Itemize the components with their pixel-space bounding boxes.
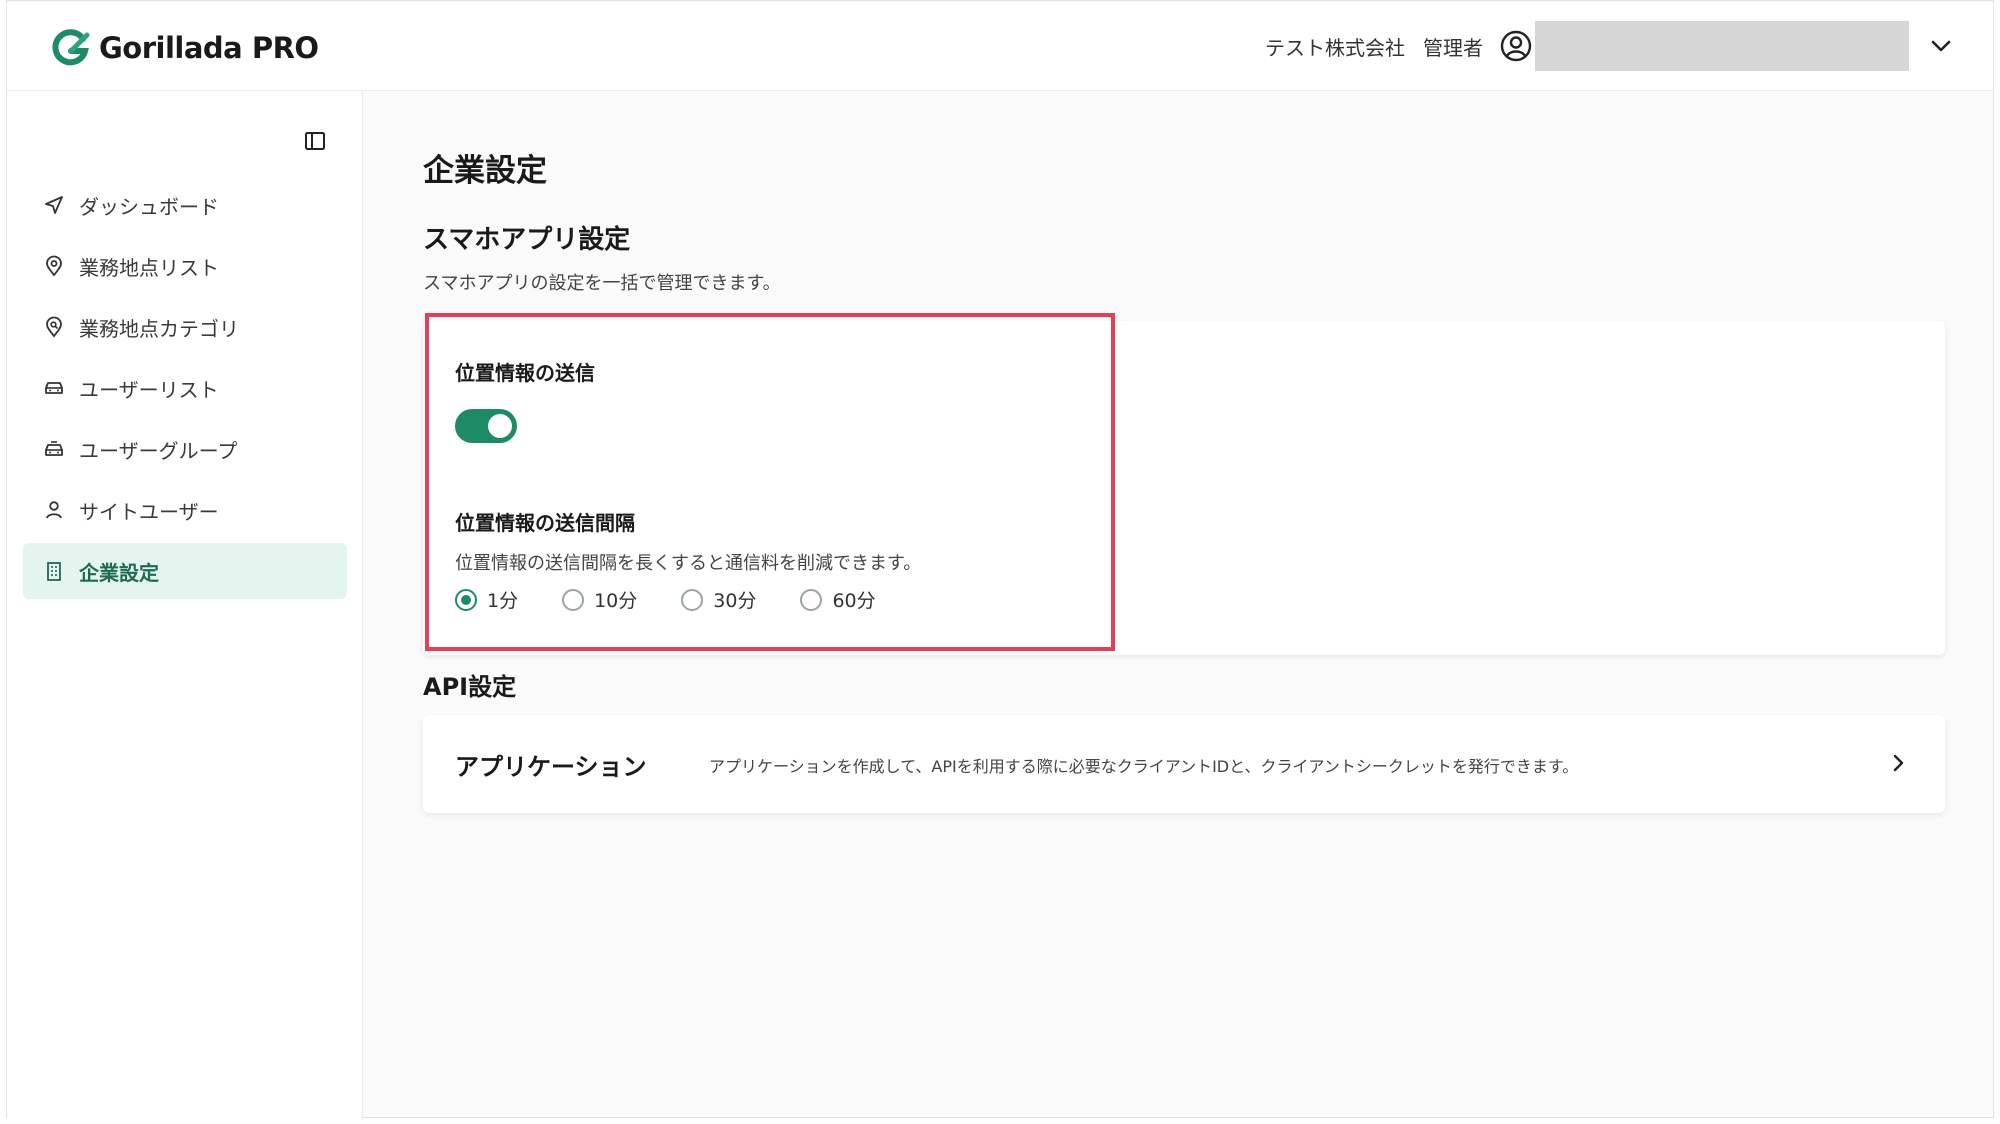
map-pin-search-icon [46, 316, 62, 338]
radio-button[interactable] [455, 588, 477, 611]
chevron-right-icon[interactable] [1887, 752, 1909, 774]
app-settings-title: スマホアプリ設定 [423, 225, 631, 255]
top-header: Gorillada PRO テスト株式会社 管理者 [7, 1, 1993, 91]
api-application-row[interactable]: アプリケーション アプリケーションを作成して、APIを利用する際に必要なクライア… [423, 715, 1945, 813]
api-application-title: アプリケーション [455, 753, 647, 781]
user-role: 管理者 [1423, 35, 1483, 60]
sidebar-item-location-categories[interactable]: 業務地点カテゴリ [23, 299, 347, 355]
header-user-area: テスト株式会社 管理者 [1265, 1, 1993, 91]
toggle-knob [488, 414, 512, 438]
sidebar-item-label: 企業設定 [79, 560, 159, 585]
radio-option-30min[interactable]: 30分 [681, 586, 756, 613]
car-group-icon [45, 441, 63, 456]
radio-option-1min[interactable]: 1分 [455, 586, 518, 613]
sidebar: ダッシュボード 業務地点リスト 業務地点カテゴリ ユーザーリスト ユーザーグルー… [7, 91, 363, 1119]
send-interval-radio-group: 1分 10分 30分 60分 [455, 586, 920, 613]
sidebar-item-label: ダッシュボード [79, 194, 219, 219]
sidebar-collapse-icon[interactable] [303, 129, 327, 153]
sidebar-nav: ダッシュボード 業務地点リスト 業務地点カテゴリ ユーザーリスト ユーザーグルー… [23, 177, 347, 604]
navigation-arrow-icon [45, 196, 63, 214]
user-name-redacted [1535, 21, 1909, 71]
sidebar-item-locations[interactable]: 業務地点リスト [23, 238, 347, 294]
building-icon [47, 562, 61, 581]
radio-button[interactable] [562, 588, 585, 611]
api-application-description: アプリケーションを作成して、APIを利用する際に必要なクライアントIDと、クライ… [709, 757, 1579, 776]
logo[interactable]: Gorillada PRO [49, 27, 319, 69]
logo-text: Gorillada PRO [99, 31, 319, 65]
person-icon [46, 501, 62, 519]
company-name: テスト株式会社 [1265, 35, 1405, 60]
sidebar-item-site-users[interactable]: サイトユーザー [23, 482, 347, 538]
send-interval-description: 位置情報の送信間隔を長くすると通信料を削減できます。 [455, 553, 922, 574]
gorillada-logo-icon [52, 29, 90, 66]
map-pin-icon [46, 255, 62, 277]
sidebar-item-label: 業務地点リスト [79, 255, 219, 280]
sidebar-item-user-groups[interactable]: ユーザーグループ [23, 421, 347, 477]
app-settings-card: 位置情報の送信 位置情報の送信間隔 位置情報の送信間隔を長くすると通信料を削減で… [423, 313, 1945, 655]
sidebar-item-company-settings[interactable]: 企業設定 [23, 543, 347, 599]
radio-button[interactable] [681, 588, 704, 611]
api-settings-title: API設定 [423, 673, 517, 701]
radio-option-10min[interactable]: 10分 [562, 586, 637, 613]
sidebar-item-dashboard[interactable]: ダッシュボード [23, 177, 347, 233]
radio-label: 30分 [713, 590, 757, 612]
send-location-label: 位置情報の送信 [455, 361, 595, 385]
send-location-toggle[interactable] [455, 409, 517, 443]
sidebar-item-label: ユーザーグループ [79, 438, 238, 463]
send-interval-label: 位置情報の送信間隔 [455, 511, 635, 535]
radio-label: 10分 [594, 590, 638, 612]
sidebar-item-users[interactable]: ユーザーリスト [23, 360, 347, 416]
page-title: 企業設定 [423, 153, 547, 189]
radio-option-60min[interactable]: 60分 [800, 586, 876, 613]
user-circle-icon[interactable] [1499, 29, 1533, 63]
sidebar-item-label: ユーザーリスト [79, 377, 219, 402]
sidebar-item-label: サイトユーザー [79, 499, 219, 524]
app-window: Gorillada PRO テスト株式会社 管理者 ダッシュボード 業務地点リス… [6, 0, 1994, 1119]
app-settings-description: スマホアプリの設定を一括で管理できます。 [423, 273, 781, 294]
radio-button[interactable] [800, 588, 823, 611]
car-icon [45, 382, 63, 394]
sidebar-item-label: 業務地点カテゴリ [79, 316, 239, 341]
radio-label: 1分 [487, 590, 519, 612]
radio-label: 60分 [832, 590, 876, 612]
chevron-down-icon[interactable] [1929, 34, 1953, 58]
